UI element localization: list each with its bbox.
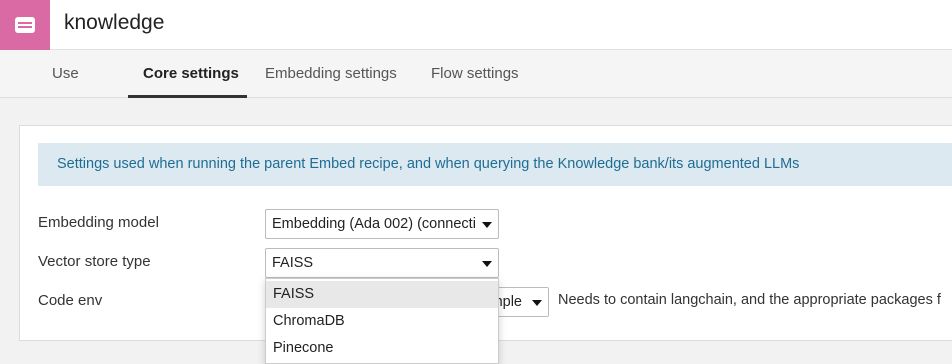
embedding-model-label: Embedding model — [38, 214, 159, 231]
tab-embedding-settings[interactable]: Embedding settings — [265, 50, 397, 98]
page-header: knowledge — [0, 0, 952, 50]
tab-core-settings[interactable]: Core settings — [143, 50, 239, 98]
embedding-model-value: Embedding (Ada 002) (connecti — [272, 216, 476, 232]
option-faiss[interactable]: FAISS — [266, 281, 498, 308]
vector-store-type-label: Vector store type — [38, 253, 151, 270]
option-chromadb[interactable]: ChromaDB — [266, 308, 498, 335]
vector-store-type-value: FAISS — [272, 255, 314, 271]
vector-store-type-select[interactable]: FAISS — [265, 248, 499, 278]
option-pinecone[interactable]: Pinecone — [266, 335, 498, 362]
chevron-down-icon — [532, 300, 542, 306]
vector-store-type-dropdown: FAISS ChromaDB Pinecone — [265, 278, 499, 364]
info-banner: Settings used when running the parent Em… — [38, 143, 952, 186]
dataset-icon — [0, 0, 50, 50]
chevron-down-icon — [482, 261, 492, 267]
tab-bar: Use Core settings Embedding settings Flo… — [0, 50, 952, 98]
embedding-model-select[interactable]: Embedding (Ada 002) (connecti — [265, 209, 499, 239]
page-title: knowledge — [64, 11, 165, 34]
tab-use[interactable]: Use — [52, 50, 79, 98]
active-tab-indicator — [128, 95, 247, 98]
code-env-help-text: Needs to contain langchain, and the appr… — [558, 292, 941, 308]
chevron-down-icon — [482, 222, 492, 228]
code-env-label: Code env — [38, 292, 103, 309]
tab-flow-settings[interactable]: Flow settings — [431, 50, 519, 98]
